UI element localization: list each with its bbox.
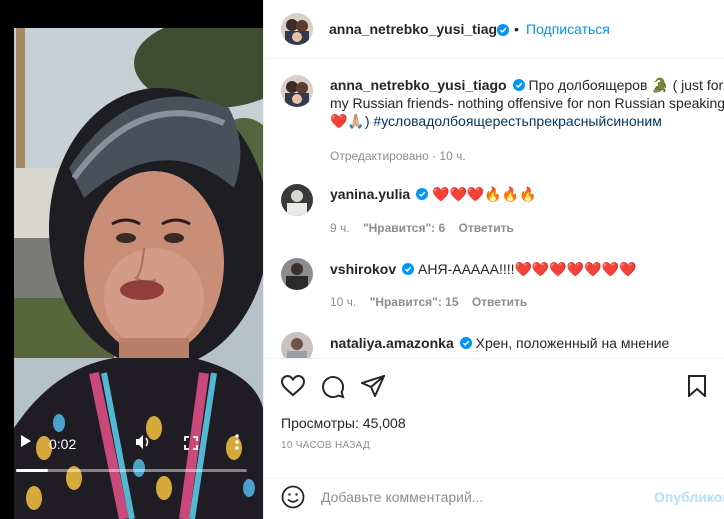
- comment-composer: Добавьте комментарий... Опубликовать: [264, 478, 724, 519]
- caption-meta: Отредактировано · 10 ч.: [330, 149, 466, 163]
- verified-icon: [510, 76, 525, 94]
- comment-time: 9 ч.: [330, 221, 350, 235]
- post-header: anna_netrebko_yusi_tiago • Подписаться: [264, 0, 724, 59]
- comment-text: АНЯ-ААААА!!!!❤️❤️❤️❤️❤️❤️❤️: [418, 261, 637, 277]
- comment-input[interactable]: Добавьте комментарий...: [321, 489, 483, 505]
- video-top-border: [14, 0, 263, 28]
- share-send-icon[interactable]: [359, 374, 386, 402]
- caption-line-3: ❤️🙏🏼) #условадолбоящерестьпрекрасныйсино…: [330, 113, 662, 129]
- bookmark-icon[interactable]: [688, 375, 706, 402]
- post-timestamp: 10 ЧАСОВ НАЗАД: [281, 440, 371, 451]
- verified-icon: [413, 185, 429, 203]
- caption-line-1: Про долбоящеров 🐊 ( just for: [524, 77, 724, 93]
- comment-meta: 9 ч. "Нравится": 6 Ответить: [330, 221, 514, 235]
- like-heart-icon[interactable]: [280, 374, 306, 402]
- comment-text: ❤️❤️❤️🔥🔥🔥: [432, 186, 537, 202]
- comment-row: yanina.yulia ❤️❤️❤️🔥🔥🔥: [330, 185, 537, 203]
- views-count[interactable]: Просмотры: 45,008: [281, 415, 406, 431]
- author-avatar[interactable]: [281, 13, 313, 45]
- volume-icon[interactable]: [135, 434, 151, 453]
- video-left-border: [0, 0, 14, 519]
- follow-button[interactable]: Подписаться: [526, 21, 610, 37]
- comment-bubble-icon[interactable]: [321, 375, 345, 404]
- comment-time: 10 ч.: [330, 295, 357, 309]
- comment-avatar[interactable]: [281, 258, 313, 290]
- comment-meta: 10 ч. "Нравится": 15 Ответить: [330, 295, 527, 309]
- comment-text: Хрен, положенный на мнение: [475, 335, 670, 351]
- verified-icon: [399, 260, 415, 278]
- caption-avatar[interactable]: [281, 75, 313, 107]
- comment-likes[interactable]: "Нравится": 6: [363, 221, 445, 235]
- verified-icon: [457, 334, 472, 352]
- comment-likes[interactable]: "Нравится": 15: [370, 295, 459, 309]
- caption-text: anna_netrebko_yusi_tiago Про долбоящеров…: [330, 76, 724, 130]
- caption-username[interactable]: anna_netrebko_yusi_tiago: [330, 77, 507, 93]
- emoji-icon[interactable]: [281, 485, 305, 514]
- comment-avatar[interactable]: [281, 332, 313, 358]
- comment-row: vshirokov АНЯ-ААААА!!!!❤️❤️❤️❤️❤️❤️❤️: [330, 260, 637, 278]
- caption-line-2: my Russian friends- nothing offensive fo…: [330, 95, 724, 111]
- post-panel: anna_netrebko_yusi_tiago • Подписаться a…: [263, 0, 724, 519]
- comment-username[interactable]: vshirokov: [330, 261, 396, 277]
- video-time: 0:02: [49, 436, 77, 452]
- play-icon[interactable]: [20, 434, 32, 451]
- header-separator: •: [514, 21, 519, 37]
- publish-button[interactable]: Опубликовать: [654, 489, 724, 505]
- author-username[interactable]: anna_netrebko_yusi_tiago: [329, 21, 506, 37]
- video-progress-fill: [16, 469, 49, 472]
- comment-username[interactable]: nataliya.amazonka: [330, 335, 454, 351]
- comments-list: anna_netrebko_yusi_tiago Про долбоящеров…: [264, 60, 724, 358]
- comment-username[interactable]: yanina.yulia: [330, 186, 410, 202]
- reply-button[interactable]: Ответить: [458, 221, 513, 235]
- post-actions: Просмотры: 45,008 10 ЧАСОВ НАЗАД: [264, 358, 724, 478]
- fullscreen-icon[interactable]: [184, 436, 198, 453]
- comment-row: nataliya.amazonka Хрен, положенный на мн…: [330, 334, 669, 352]
- reply-button[interactable]: Ответить: [472, 295, 527, 309]
- more-options-icon[interactable]: [235, 434, 239, 453]
- comment-avatar[interactable]: [281, 184, 313, 216]
- video-progress-bar[interactable]: [16, 469, 247, 472]
- verified-icon: [494, 22, 509, 40]
